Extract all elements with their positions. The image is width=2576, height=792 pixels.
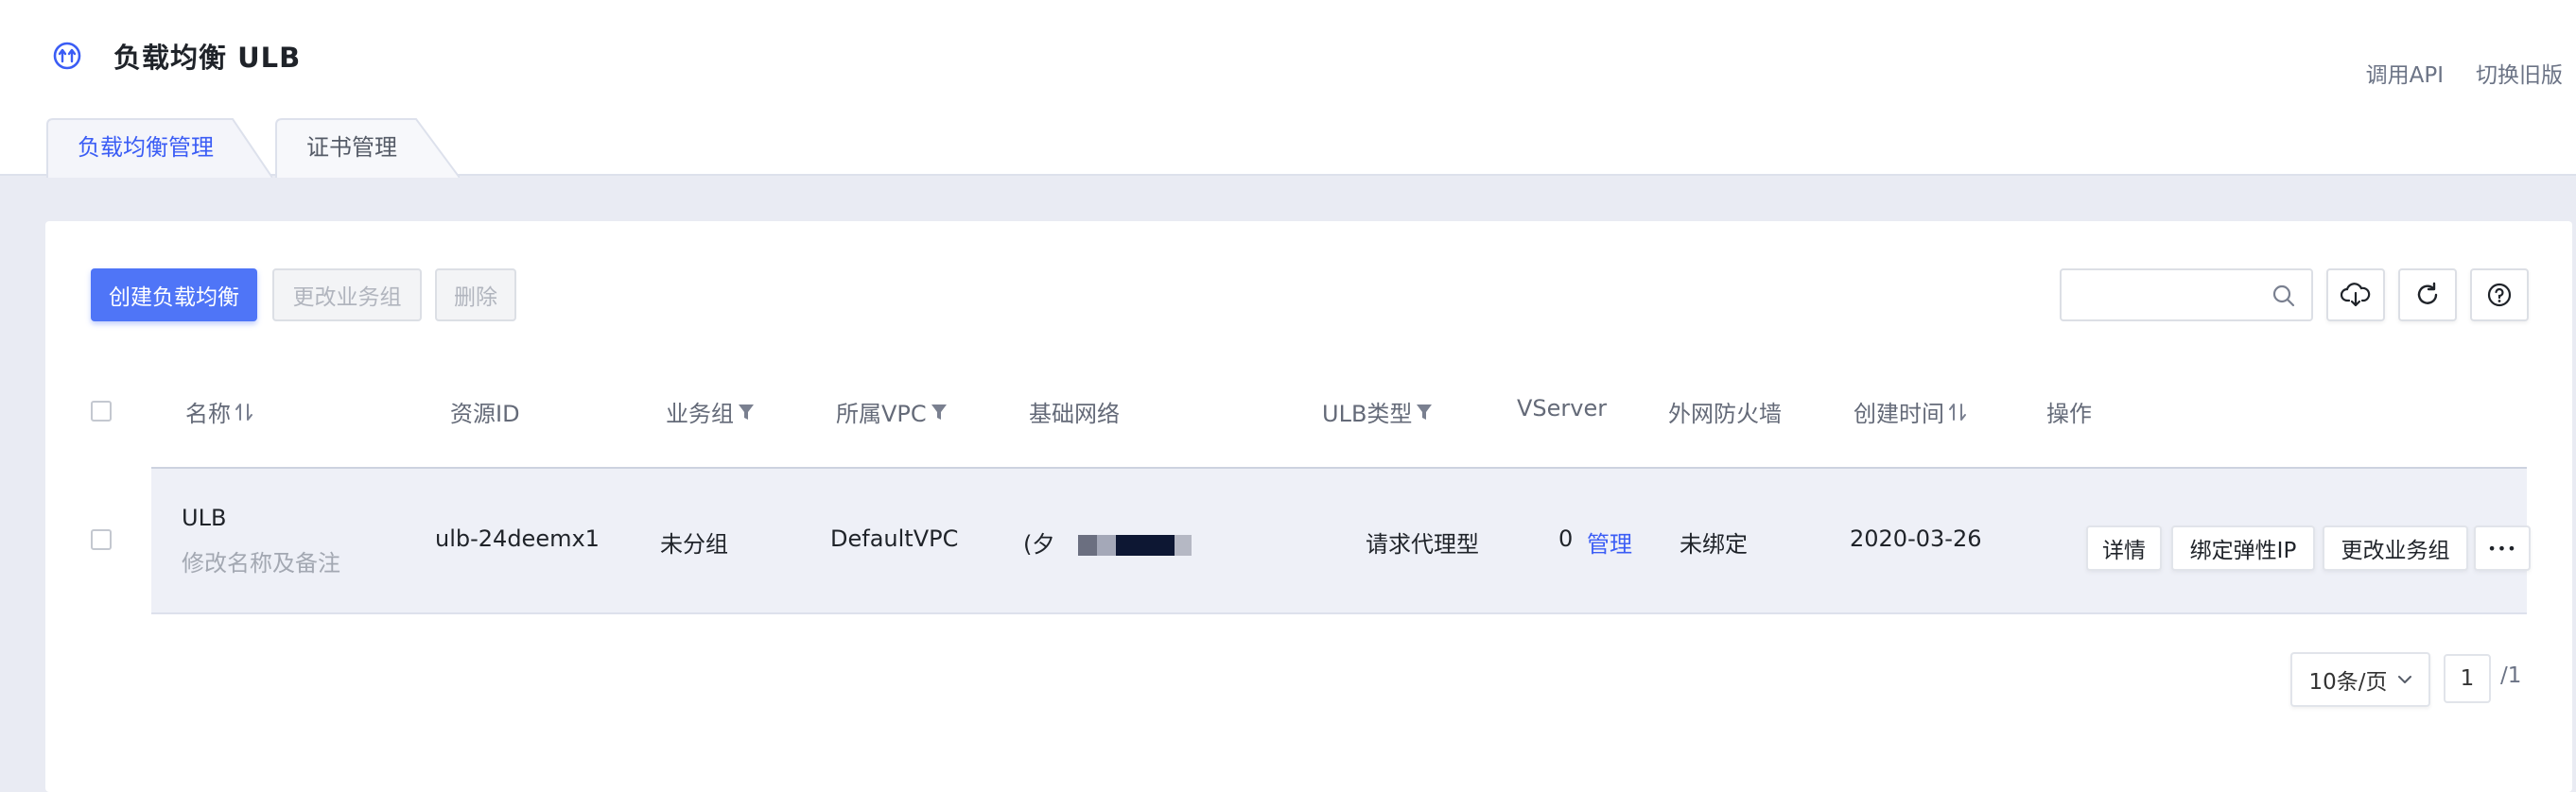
- row-vpc: DefaultVPC: [830, 525, 959, 552]
- edit-name-link[interactable]: 修改名称及备注: [182, 544, 340, 577]
- column-ulb-type[interactable]: ULB类型: [1322, 395, 1433, 428]
- switch-old-version-link[interactable]: 切换旧版: [2476, 57, 2563, 89]
- sort-icon[interactable]: [1948, 401, 1969, 423]
- help-button[interactable]: [2470, 268, 2529, 321]
- search-icon[interactable]: [2271, 284, 2296, 308]
- change-group-button[interactable]: 更改业务组: [272, 268, 422, 321]
- detail-button[interactable]: 详情: [2086, 525, 2162, 571]
- row-checkbox[interactable]: [91, 529, 112, 550]
- row-network: (夕: [1023, 525, 1054, 559]
- total-pages: /1: [2500, 663, 2522, 688]
- refresh-button[interactable]: [2398, 268, 2457, 321]
- column-vpc-label: 所属VPC: [836, 401, 927, 427]
- search-box[interactable]: [2060, 268, 2313, 321]
- row-change-group-button[interactable]: 更改业务组: [2323, 525, 2468, 571]
- column-network: 基础网络: [1029, 401, 1120, 427]
- download-button[interactable]: [2326, 268, 2385, 321]
- row-vserver-count: 0: [1558, 525, 1574, 552]
- row-created: 2020-03-26: [1850, 525, 1982, 552]
- page-size-label: 10条/页: [2308, 670, 2388, 695]
- row-group: 未分组: [660, 531, 728, 558]
- help-icon: [2487, 283, 2512, 307]
- cloud-download-icon: [2341, 283, 2371, 307]
- header-links: 调用API 切换旧版: [2366, 57, 2563, 89]
- tab-ulb-management[interactable]: 负载均衡管理: [45, 117, 272, 178]
- page-header: 负载均衡 ULB 调用API 切换旧版 负载均衡管理 证书管理: [0, 0, 2576, 178]
- select-all-checkbox[interactable]: [91, 401, 112, 422]
- more-actions-button[interactable]: •••: [2474, 525, 2531, 571]
- bind-eip-button[interactable]: 绑定弹性IP: [2171, 525, 2315, 571]
- column-created[interactable]: 创建时间: [1854, 395, 1969, 428]
- row-network-prefix: (夕: [1023, 531, 1055, 558]
- vserver-manage-link[interactable]: 管理: [1587, 525, 1632, 559]
- column-vserver: VServer: [1517, 395, 1608, 422]
- filter-icon[interactable]: [931, 403, 948, 422]
- row-firewall: 未绑定: [1680, 531, 1748, 558]
- refresh-icon: [2417, 282, 2438, 304]
- chevron-down-icon: [2397, 676, 2411, 683]
- column-name[interactable]: 名称: [185, 395, 255, 428]
- column-vpc[interactable]: 所属VPC: [836, 395, 948, 428]
- column-name-label: 名称: [185, 401, 231, 427]
- tab-certificate-management[interactable]: 证书管理: [274, 117, 460, 178]
- page-size-select[interactable]: 10条/页: [2290, 652, 2430, 707]
- create-ulb-button[interactable]: 创建负载均衡: [91, 268, 257, 321]
- column-group-label: 业务组: [666, 401, 734, 427]
- column-firewall: 外网防火墙: [1668, 401, 1782, 427]
- tab-label: 负载均衡管理: [78, 134, 214, 161]
- column-created-label: 创建时间: [1854, 401, 1944, 427]
- column-resource-id: 资源ID: [450, 401, 520, 427]
- row-ulb-type: 请求代理型: [1366, 531, 1479, 558]
- table-row: ULB 修改名称及备注 ulb-24deemx1 未分组 DefaultVPC …: [151, 467, 2531, 614]
- main-card: 创建负载均衡 更改业务组 删除 名称 资源ID 业务组 所属VPC 基础网络 U…: [45, 221, 2572, 792]
- column-ulb-type-label: ULB类型: [1322, 401, 1413, 427]
- column-actions: 操作: [2046, 401, 2092, 427]
- sort-icon[interactable]: [235, 401, 255, 423]
- current-page-input[interactable]: 1: [2444, 654, 2491, 703]
- filter-icon[interactable]: [1416, 403, 1433, 422]
- search-input[interactable]: [2071, 270, 2270, 318]
- page-title: 负载均衡 ULB: [113, 42, 302, 74]
- ulb-logo-icon: [53, 42, 81, 70]
- api-link[interactable]: 调用API: [2366, 57, 2444, 89]
- redacted-network-value: [1078, 535, 1192, 556]
- row-resource-id: ulb-24deemx1: [435, 525, 600, 552]
- filter-icon[interactable]: [738, 403, 755, 422]
- tab-label: 证书管理: [306, 134, 397, 161]
- column-group[interactable]: 业务组: [666, 395, 755, 428]
- row-name[interactable]: ULB: [182, 505, 226, 531]
- delete-button[interactable]: 删除: [435, 268, 516, 321]
